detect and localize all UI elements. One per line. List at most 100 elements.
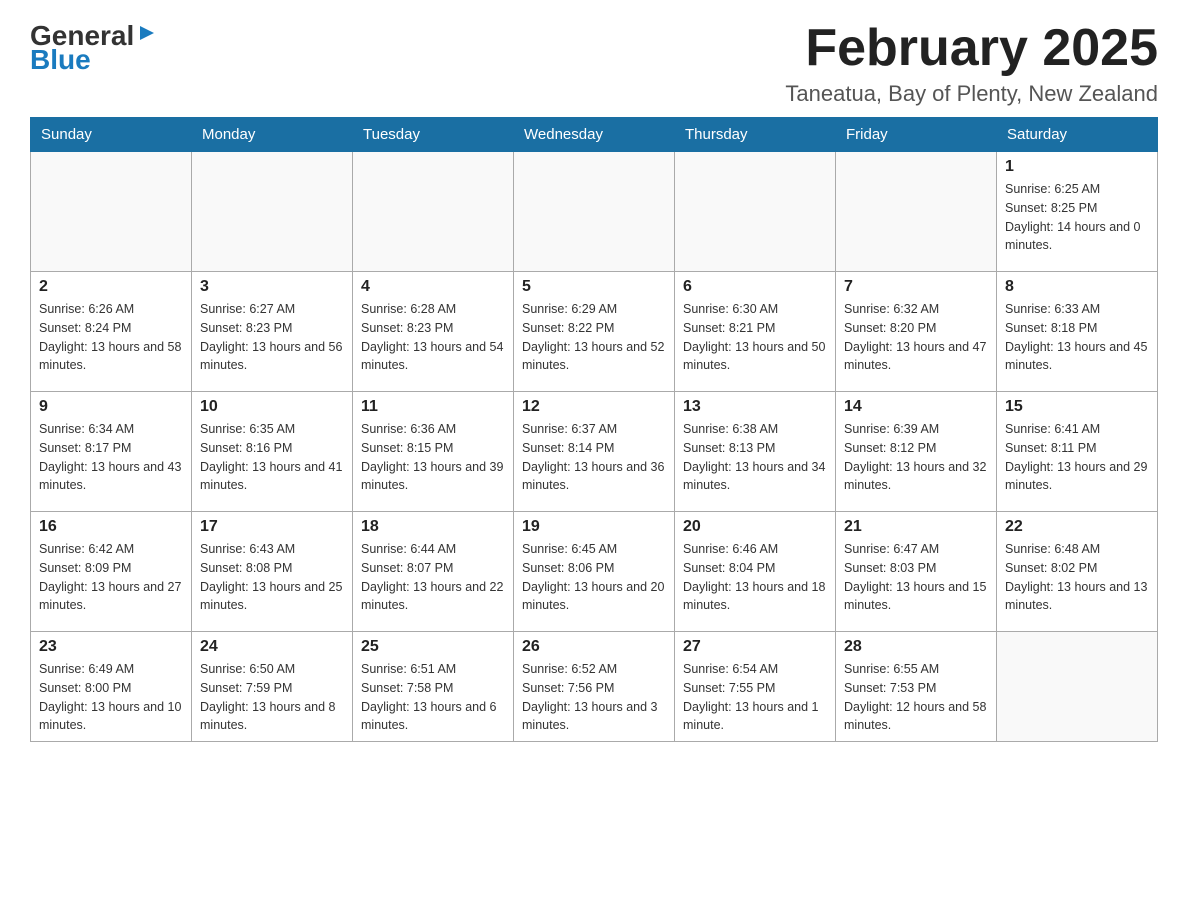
day-number: 8 bbox=[1005, 278, 1149, 296]
day-number: 14 bbox=[844, 398, 988, 416]
weekday-header-saturday: Saturday bbox=[997, 118, 1158, 152]
day-number: 13 bbox=[683, 398, 827, 416]
calendar-week-1: 1 Sunrise: 6:25 AMSunset: 8:25 PMDaylight… bbox=[31, 152, 1158, 272]
calendar-cell: 8 Sunrise: 6:33 AMSunset: 8:18 PMDaylight… bbox=[997, 272, 1158, 392]
day-number: 12 bbox=[522, 398, 666, 416]
weekday-header-sunday: Sunday bbox=[31, 118, 192, 152]
calendar-week-3: 9 Sunrise: 6:34 AMSunset: 8:17 PMDaylight… bbox=[31, 392, 1158, 512]
day-number: 24 bbox=[200, 638, 344, 656]
day-info: Sunrise: 6:37 AMSunset: 8:14 PMDaylight:… bbox=[522, 420, 666, 495]
day-number: 20 bbox=[683, 518, 827, 536]
calendar-cell: 24 Sunrise: 6:50 AMSunset: 7:59 PMDayligh… bbox=[192, 632, 353, 742]
calendar-cell: 3 Sunrise: 6:27 AMSunset: 8:23 PMDaylight… bbox=[192, 272, 353, 392]
calendar-cell: 7 Sunrise: 6:32 AMSunset: 8:20 PMDaylight… bbox=[836, 272, 997, 392]
calendar-cell bbox=[192, 152, 353, 272]
calendar-cell: 25 Sunrise: 6:51 AMSunset: 7:58 PMDayligh… bbox=[353, 632, 514, 742]
day-info: Sunrise: 6:50 AMSunset: 7:59 PMDaylight:… bbox=[200, 660, 344, 735]
day-number: 23 bbox=[39, 638, 183, 656]
day-number: 4 bbox=[361, 278, 505, 296]
calendar-title: February 2025 bbox=[785, 20, 1158, 77]
calendar-cell: 23 Sunrise: 6:49 AMSunset: 8:00 PMDayligh… bbox=[31, 632, 192, 742]
day-info: Sunrise: 6:46 AMSunset: 8:04 PMDaylight:… bbox=[683, 540, 827, 615]
day-number: 19 bbox=[522, 518, 666, 536]
day-info: Sunrise: 6:43 AMSunset: 8:08 PMDaylight:… bbox=[200, 540, 344, 615]
day-info: Sunrise: 6:34 AMSunset: 8:17 PMDaylight:… bbox=[39, 420, 183, 495]
day-number: 6 bbox=[683, 278, 827, 296]
calendar-cell: 1 Sunrise: 6:25 AMSunset: 8:25 PMDaylight… bbox=[997, 152, 1158, 272]
day-info: Sunrise: 6:29 AMSunset: 8:22 PMDaylight:… bbox=[522, 300, 666, 375]
calendar-cell bbox=[836, 152, 997, 272]
calendar-cell: 6 Sunrise: 6:30 AMSunset: 8:21 PMDaylight… bbox=[675, 272, 836, 392]
logo-arrow-icon bbox=[136, 22, 158, 44]
day-number: 26 bbox=[522, 638, 666, 656]
day-info: Sunrise: 6:41 AMSunset: 8:11 PMDaylight:… bbox=[1005, 420, 1149, 495]
calendar-cell: 22 Sunrise: 6:48 AMSunset: 8:02 PMDayligh… bbox=[997, 512, 1158, 632]
calendar-cell: 20 Sunrise: 6:46 AMSunset: 8:04 PMDayligh… bbox=[675, 512, 836, 632]
day-info: Sunrise: 6:38 AMSunset: 8:13 PMDaylight:… bbox=[683, 420, 827, 495]
weekday-header-tuesday: Tuesday bbox=[353, 118, 514, 152]
weekday-header-row: SundayMondayTuesdayWednesdayThursdayFrid… bbox=[31, 118, 1158, 152]
day-info: Sunrise: 6:39 AMSunset: 8:12 PMDaylight:… bbox=[844, 420, 988, 495]
calendar-cell: 2Sunrise: 6:26 AMSunset: 8:24 PMDaylight… bbox=[31, 272, 192, 392]
calendar-cell: 21 Sunrise: 6:47 AMSunset: 8:03 PMDayligh… bbox=[836, 512, 997, 632]
day-number: 2 bbox=[39, 278, 183, 296]
day-number: 16 bbox=[39, 518, 183, 536]
day-info: Sunrise: 6:33 AMSunset: 8:18 PMDaylight:… bbox=[1005, 300, 1149, 375]
calendar-subtitle: Taneatua, Bay of Plenty, New Zealand bbox=[785, 81, 1158, 107]
weekday-header-wednesday: Wednesday bbox=[514, 118, 675, 152]
calendar-cell bbox=[997, 632, 1158, 742]
day-info: Sunrise: 6:52 AMSunset: 7:56 PMDaylight:… bbox=[522, 660, 666, 735]
calendar-cell: 28 Sunrise: 6:55 AMSunset: 7:53 PMDayligh… bbox=[836, 632, 997, 742]
day-info: Sunrise: 6:27 AMSunset: 8:23 PMDaylight:… bbox=[200, 300, 344, 375]
day-number: 9 bbox=[39, 398, 183, 416]
calendar-week-4: 16Sunrise: 6:42 AMSunset: 8:09 PMDayligh… bbox=[31, 512, 1158, 632]
calendar-cell: 19 Sunrise: 6:45 AMSunset: 8:06 PMDayligh… bbox=[514, 512, 675, 632]
calendar-cell: 16Sunrise: 6:42 AMSunset: 8:09 PMDayligh… bbox=[31, 512, 192, 632]
calendar-cell: 17 Sunrise: 6:43 AMSunset: 8:08 PMDayligh… bbox=[192, 512, 353, 632]
day-info: Sunrise: 6:48 AMSunset: 8:02 PMDaylight:… bbox=[1005, 540, 1149, 615]
day-info: Sunrise: 6:54 AMSunset: 7:55 PMDaylight:… bbox=[683, 660, 827, 735]
day-number: 28 bbox=[844, 638, 988, 656]
day-info: Sunrise: 6:45 AMSunset: 8:06 PMDaylight:… bbox=[522, 540, 666, 615]
calendar-cell bbox=[514, 152, 675, 272]
weekday-header-friday: Friday bbox=[836, 118, 997, 152]
calendar-cell: 15 Sunrise: 6:41 AMSunset: 8:11 PMDayligh… bbox=[997, 392, 1158, 512]
logo: General Blue bbox=[30, 20, 158, 76]
day-info: Sunrise: 6:25 AMSunset: 8:25 PMDaylight:… bbox=[1005, 180, 1149, 255]
day-info: Sunrise: 6:28 AMSunset: 8:23 PMDaylight:… bbox=[361, 300, 505, 375]
day-number: 25 bbox=[361, 638, 505, 656]
weekday-header-monday: Monday bbox=[192, 118, 353, 152]
title-area: February 2025 Taneatua, Bay of Plenty, N… bbox=[785, 20, 1158, 107]
calendar-cell: 9 Sunrise: 6:34 AMSunset: 8:17 PMDaylight… bbox=[31, 392, 192, 512]
day-info: Sunrise: 6:44 AMSunset: 8:07 PMDaylight:… bbox=[361, 540, 505, 615]
day-number: 7 bbox=[844, 278, 988, 296]
calendar-cell: 18Sunrise: 6:44 AMSunset: 8:07 PMDayligh… bbox=[353, 512, 514, 632]
logo-blue: Blue bbox=[30, 44, 91, 76]
day-info: Sunrise: 6:47 AMSunset: 8:03 PMDaylight:… bbox=[844, 540, 988, 615]
day-number: 15 bbox=[1005, 398, 1149, 416]
calendar-week-2: 2Sunrise: 6:26 AMSunset: 8:24 PMDaylight… bbox=[31, 272, 1158, 392]
calendar-cell bbox=[675, 152, 836, 272]
day-number: 17 bbox=[200, 518, 344, 536]
day-number: 5 bbox=[522, 278, 666, 296]
calendar-cell: 14 Sunrise: 6:39 AMSunset: 8:12 PMDayligh… bbox=[836, 392, 997, 512]
page-header: General Blue February 2025 Taneatua, Bay… bbox=[30, 20, 1158, 107]
day-info: Sunrise: 6:36 AMSunset: 8:15 PMDaylight:… bbox=[361, 420, 505, 495]
weekday-header-thursday: Thursday bbox=[675, 118, 836, 152]
calendar-cell bbox=[353, 152, 514, 272]
calendar-cell: 26 Sunrise: 6:52 AMSunset: 7:56 PMDayligh… bbox=[514, 632, 675, 742]
day-info: Sunrise: 6:30 AMSunset: 8:21 PMDaylight:… bbox=[683, 300, 827, 375]
day-number: 22 bbox=[1005, 518, 1149, 536]
day-number: 1 bbox=[1005, 158, 1149, 176]
day-info: Sunrise: 6:51 AMSunset: 7:58 PMDaylight:… bbox=[361, 660, 505, 735]
day-info: Sunrise: 6:55 AMSunset: 7:53 PMDaylight:… bbox=[844, 660, 988, 735]
calendar-cell: 5 Sunrise: 6:29 AMSunset: 8:22 PMDaylight… bbox=[514, 272, 675, 392]
calendar-cell: 10Sunrise: 6:35 AMSunset: 8:16 PMDayligh… bbox=[192, 392, 353, 512]
day-info: Sunrise: 6:32 AMSunset: 8:20 PMDaylight:… bbox=[844, 300, 988, 375]
calendar-cell: 27 Sunrise: 6:54 AMSunset: 7:55 PMDayligh… bbox=[675, 632, 836, 742]
day-info: Sunrise: 6:49 AMSunset: 8:00 PMDaylight:… bbox=[39, 660, 183, 735]
day-number: 3 bbox=[200, 278, 344, 296]
day-number: 27 bbox=[683, 638, 827, 656]
day-number: 21 bbox=[844, 518, 988, 536]
day-info: Sunrise: 6:35 AMSunset: 8:16 PMDaylight:… bbox=[200, 420, 344, 495]
